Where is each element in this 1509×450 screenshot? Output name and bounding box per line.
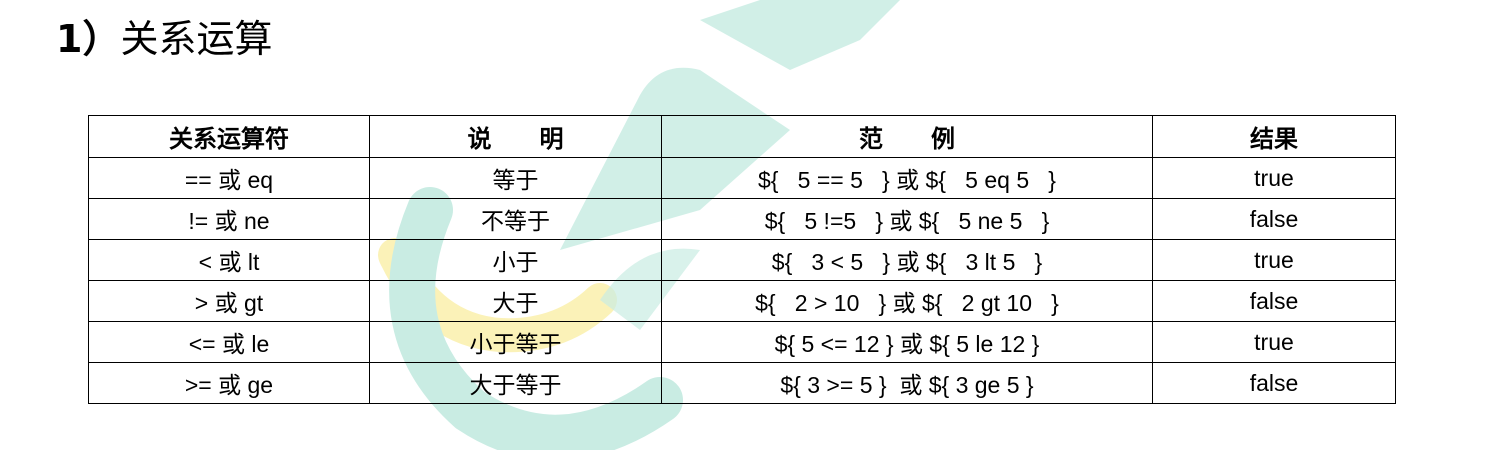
table-row: == 或 eq 等于 ${ 5 == 5 } 或 ${ 5 eq 5 } tru… [88,157,1396,199]
example-cell: ${ 2 > 10 } 或 ${ 2 gt 10 } [661,280,1153,322]
example-cell: ${ 3 >= 5 } 或 ${ 3 ge 5 } [661,362,1153,404]
result-cell: true [1152,239,1396,281]
description-cell: 小于等于 [369,321,662,363]
result-cell: true [1152,157,1396,199]
table-row: != 或 ne 不等于 ${ 5 !=5 } 或 ${ 5 ne 5 } fal… [88,198,1396,240]
example-cell: ${ 5 <= 12 } 或 ${ 5 le 12 } [661,321,1153,363]
column-header-operator: 关系运算符 [88,115,370,158]
operator-cell: == 或 eq [88,157,370,199]
description-cell: 大于 [369,280,662,322]
table-row: >= 或 ge 大于等于 ${ 3 >= 5 } 或 ${ 3 ge 5 } f… [88,362,1396,404]
description-cell: 等于 [369,157,662,199]
example-cell: ${ 3 < 5 } 或 ${ 3 lt 5 } [661,239,1153,281]
operator-cell: <= 或 le [88,321,370,363]
table-row: > 或 gt 大于 ${ 2 > 10 } 或 ${ 2 gt 10 } fal… [88,280,1396,322]
section-heading: 1）关系运算 [56,14,272,64]
operator-cell: >= 或 ge [88,362,370,404]
table-row: < 或 lt 小于 ${ 3 < 5 } 或 ${ 3 lt 5 } true [88,239,1396,281]
table-header-row: 关系运算符 说 明 范 例 结果 [88,115,1396,158]
operator-cell: != 或 ne [88,198,370,240]
description-cell: 大于等于 [369,362,662,404]
example-cell: ${ 5 !=5 } 或 ${ 5 ne 5 } [661,198,1153,240]
column-header-result: 结果 [1152,115,1396,158]
description-cell: 不等于 [369,198,662,240]
watermark-teal-glyph-2 [700,0,900,70]
section-title: 关系运算 [120,17,273,61]
description-cell: 小于 [369,239,662,281]
operator-cell: > 或 gt [88,280,370,322]
section-number: 1） [56,17,121,61]
result-cell: false [1152,362,1396,404]
column-header-description: 说 明 [369,115,662,158]
example-cell: ${ 5 == 5 } 或 ${ 5 eq 5 } [661,157,1153,199]
operator-cell: < 或 lt [88,239,370,281]
result-cell: true [1152,321,1396,363]
relational-operators-table: 关系运算符 说 明 范 例 结果 == 或 eq 等于 ${ 5 == 5 } … [88,115,1396,404]
result-cell: false [1152,280,1396,322]
result-cell: false [1152,198,1396,240]
column-header-example: 范 例 [661,115,1153,158]
table-row: <= 或 le 小于等于 ${ 5 <= 12 } 或 ${ 5 le 12 }… [88,321,1396,363]
